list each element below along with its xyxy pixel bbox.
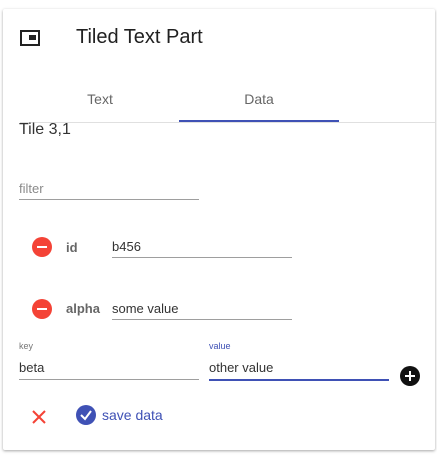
remove-entry-id-button[interactable] xyxy=(32,237,52,257)
entry-key-label: id xyxy=(66,240,78,255)
entry-value-field[interactable] xyxy=(112,235,292,258)
new-value-label: value xyxy=(209,341,231,351)
page-title: Tiled Text Part xyxy=(76,26,203,48)
tab-text[interactable]: Text xyxy=(20,79,180,123)
entry-value-field[interactable] xyxy=(112,297,292,320)
new-value-field[interactable] xyxy=(209,355,389,381)
new-key-field[interactable] xyxy=(19,355,199,380)
entry-key-label: alpha xyxy=(66,301,100,316)
tab-data[interactable]: Data xyxy=(179,79,339,123)
filter-input[interactable] xyxy=(19,177,199,200)
save-data-label: save data xyxy=(102,407,163,423)
new-key-label: key xyxy=(19,341,34,351)
add-entry-button[interactable] xyxy=(400,366,420,386)
tiled-text-part-card: Tiled Text Part Text Data Tile 3,1 id al… xyxy=(3,9,435,450)
tab-divider xyxy=(20,122,435,123)
remove-entry-alpha-button[interactable] xyxy=(32,299,52,319)
check-circle-icon xyxy=(76,405,96,425)
tile-label: Tile 3,1 xyxy=(19,121,71,138)
picture-in-picture-icon xyxy=(20,30,40,46)
close-icon[interactable] xyxy=(29,407,49,427)
